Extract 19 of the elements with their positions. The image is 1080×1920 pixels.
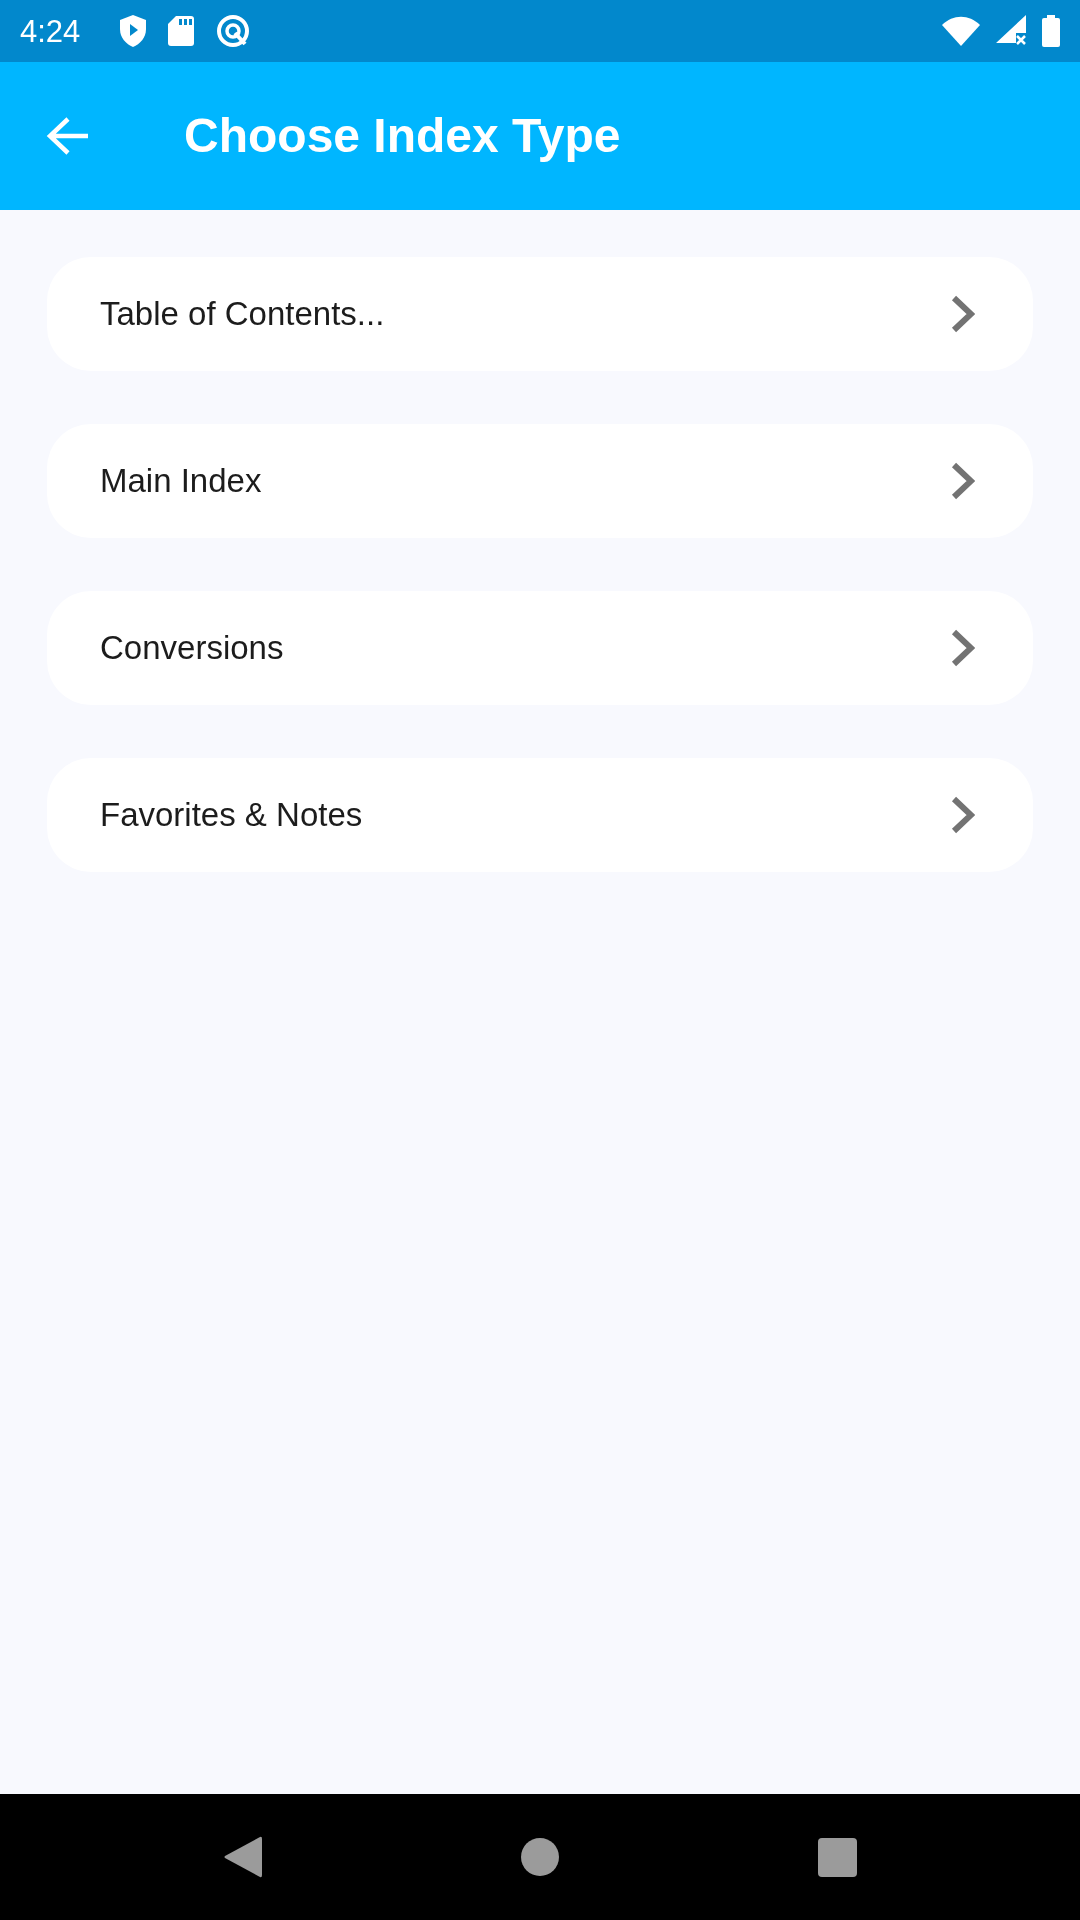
- menu-item[interactable]: Conversions: [47, 591, 1033, 705]
- chevron-right-icon: [951, 629, 975, 667]
- nav-recents-icon[interactable]: [817, 1837, 857, 1877]
- circle-logo-icon: [216, 14, 251, 48]
- signal-no-service-icon: [996, 15, 1026, 47]
- nav-back-icon[interactable]: [223, 1835, 262, 1879]
- status-time: 4:24: [20, 15, 81, 47]
- chevron-right-icon: [951, 796, 975, 834]
- menu-item[interactable]: Favorites & Notes: [47, 758, 1033, 872]
- chevron-right-icon: [951, 295, 975, 333]
- sd-card-icon: [168, 16, 195, 46]
- screen-title: Choose Index Type: [184, 109, 621, 163]
- chevron-right-icon: [951, 462, 975, 500]
- nav-home-icon[interactable]: [520, 1838, 559, 1876]
- menu-item[interactable]: Table of Contents...: [47, 257, 1033, 371]
- menu-item[interactable]: Main Index: [47, 424, 1033, 538]
- shield-play-icon: [120, 15, 147, 47]
- battery-icon: [1042, 15, 1060, 47]
- wifi-icon: [942, 16, 980, 46]
